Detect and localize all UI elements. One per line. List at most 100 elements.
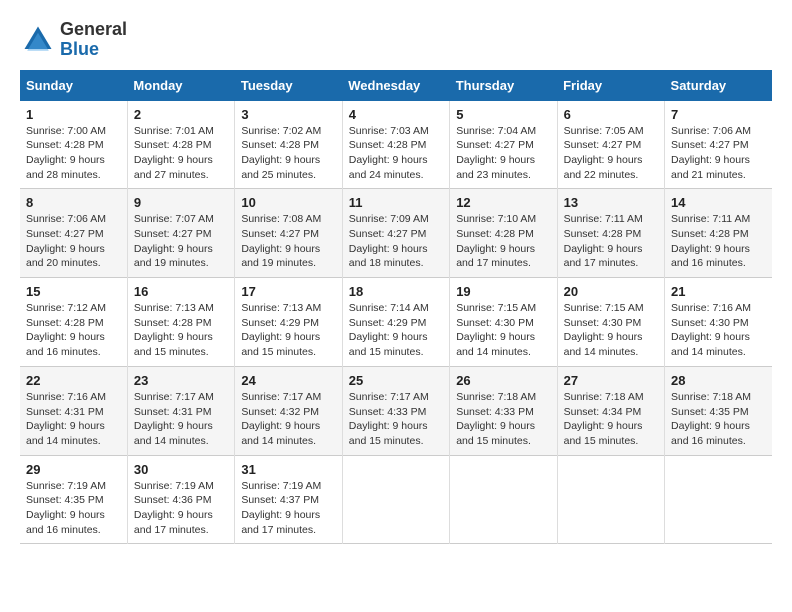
calendar-cell: 21Sunrise: 7:16 AM Sunset: 4:30 PM Dayli…: [665, 278, 772, 367]
day-info: Sunrise: 7:05 AM Sunset: 4:27 PM Dayligh…: [564, 124, 658, 183]
calendar-cell: 3 Sunrise: 7:02 AM Sunset: 4:28 PM Daylig…: [235, 101, 342, 189]
day-info: Sunrise: 7:07 AM Sunset: 4:27 PM Dayligh…: [134, 212, 228, 271]
day-number: 11: [349, 195, 443, 210]
day-info: Sunrise: 7:18 AM Sunset: 4:34 PM Dayligh…: [564, 390, 658, 449]
day-info: Sunrise: 7:14 AM Sunset: 4:29 PM Dayligh…: [349, 301, 443, 360]
calendar-cell: 17Sunrise: 7:13 AM Sunset: 4:29 PM Dayli…: [235, 278, 342, 367]
day-number: 1: [26, 107, 121, 122]
day-info: Sunrise: 7:08 AM Sunset: 4:27 PM Dayligh…: [241, 212, 335, 271]
header-day-friday: Friday: [557, 70, 664, 101]
day-number: 14: [671, 195, 766, 210]
day-info: Sunrise: 7:10 AM Sunset: 4:28 PM Dayligh…: [456, 212, 550, 271]
calendar-cell: [450, 455, 557, 544]
day-number: 8: [26, 195, 121, 210]
day-number: 16: [134, 284, 228, 299]
calendar-cell: 14Sunrise: 7:11 AM Sunset: 4:28 PM Dayli…: [665, 189, 772, 278]
calendar-cell: 22 Sunrise: 7:16 AM Sunset: 4:31 PM Dayli…: [20, 366, 127, 455]
calendar-cell: [557, 455, 664, 544]
calendar-cell: 4Sunrise: 7:03 AM Sunset: 4:28 PM Daylig…: [342, 101, 449, 189]
day-info: Sunrise: 7:00 AM Sunset: 4:28 PM Dayligh…: [26, 124, 121, 183]
day-number: 4: [349, 107, 443, 122]
calendar-cell: [665, 455, 772, 544]
day-info: Sunrise: 7:17 AM Sunset: 4:31 PM Dayligh…: [134, 390, 228, 449]
day-number: 3: [241, 107, 335, 122]
day-number: 13: [564, 195, 658, 210]
day-number: 10: [241, 195, 335, 210]
calendar-header: SundayMondayTuesdayWednesdayThursdayFrid…: [20, 70, 772, 101]
calendar-week-3: 15 Sunrise: 7:12 AM Sunset: 4:28 PM Dayli…: [20, 278, 772, 367]
day-number: 28: [671, 373, 766, 388]
header: General Blue: [20, 20, 772, 60]
header-day-sunday: Sunday: [20, 70, 127, 101]
logo-icon: [20, 22, 56, 58]
day-number: 27: [564, 373, 658, 388]
day-info: Sunrise: 7:19 AM Sunset: 4:37 PM Dayligh…: [241, 479, 335, 538]
header-row: SundayMondayTuesdayWednesdayThursdayFrid…: [20, 70, 772, 101]
day-info: Sunrise: 7:19 AM Sunset: 4:36 PM Dayligh…: [134, 479, 228, 538]
day-number: 6: [564, 107, 658, 122]
calendar-week-2: 8 Sunrise: 7:06 AM Sunset: 4:27 PM Daylig…: [20, 189, 772, 278]
calendar-cell: 9 Sunrise: 7:07 AM Sunset: 4:27 PM Daylig…: [127, 189, 234, 278]
calendar-cell: 10 Sunrise: 7:08 AM Sunset: 4:27 PM Dayli…: [235, 189, 342, 278]
calendar-cell: 30 Sunrise: 7:19 AM Sunset: 4:36 PM Dayli…: [127, 455, 234, 544]
header-day-saturday: Saturday: [665, 70, 772, 101]
day-number: 5: [456, 107, 550, 122]
day-info: Sunrise: 7:13 AM Sunset: 4:28 PM Dayligh…: [134, 301, 228, 360]
calendar-cell: 6 Sunrise: 7:05 AM Sunset: 4:27 PM Daylig…: [557, 101, 664, 189]
day-number: 18: [349, 284, 443, 299]
calendar-cell: 26 Sunrise: 7:18 AM Sunset: 4:33 PM Dayli…: [450, 366, 557, 455]
calendar-cell: 28 Sunrise: 7:18 AM Sunset: 4:35 PM Dayli…: [665, 366, 772, 455]
day-info: Sunrise: 7:18 AM Sunset: 4:33 PM Dayligh…: [456, 390, 550, 449]
calendar-cell: 31 Sunrise: 7:19 AM Sunset: 4:37 PM Dayli…: [235, 455, 342, 544]
calendar-cell: 23 Sunrise: 7:17 AM Sunset: 4:31 PM Dayli…: [127, 366, 234, 455]
day-number: 19: [456, 284, 550, 299]
day-number: 23: [134, 373, 228, 388]
calendar-cell: 16 Sunrise: 7:13 AM Sunset: 4:28 PM Dayli…: [127, 278, 234, 367]
logo-text: General Blue: [60, 20, 127, 60]
calendar-cell: 1 Sunrise: 7:00 AM Sunset: 4:28 PM Daylig…: [20, 101, 127, 189]
calendar-cell: 7 Sunrise: 7:06 AM Sunset: 4:27 PM Daylig…: [665, 101, 772, 189]
calendar-cell: 20 Sunrise: 7:15 AM Sunset: 4:30 PM Dayli…: [557, 278, 664, 367]
day-info: Sunrise: 7:15 AM Sunset: 4:30 PM Dayligh…: [564, 301, 658, 360]
day-info: Sunrise: 7:09 AM Sunset: 4:27 PM Dayligh…: [349, 212, 443, 271]
calendar-cell: 5 Sunrise: 7:04 AM Sunset: 4:27 PM Daylig…: [450, 101, 557, 189]
day-number: 30: [134, 462, 228, 477]
calendar-table: SundayMondayTuesdayWednesdayThursdayFrid…: [20, 70, 772, 545]
calendar-cell: 18 Sunrise: 7:14 AM Sunset: 4:29 PM Dayli…: [342, 278, 449, 367]
day-info: Sunrise: 7:17 AM Sunset: 4:33 PM Dayligh…: [349, 390, 443, 449]
calendar-cell: 13 Sunrise: 7:11 AM Sunset: 4:28 PM Dayli…: [557, 189, 664, 278]
day-info: Sunrise: 7:18 AM Sunset: 4:35 PM Dayligh…: [671, 390, 766, 449]
day-info: Sunrise: 7:19 AM Sunset: 4:35 PM Dayligh…: [26, 479, 121, 538]
day-number: 25: [349, 373, 443, 388]
calendar-cell: 11 Sunrise: 7:09 AM Sunset: 4:27 PM Dayli…: [342, 189, 449, 278]
day-info: Sunrise: 7:16 AM Sunset: 4:30 PM Dayligh…: [671, 301, 766, 360]
calendar-cell: 25 Sunrise: 7:17 AM Sunset: 4:33 PM Dayli…: [342, 366, 449, 455]
day-info: Sunrise: 7:06 AM Sunset: 4:27 PM Dayligh…: [671, 124, 766, 183]
day-info: Sunrise: 7:02 AM Sunset: 4:28 PM Dayligh…: [241, 124, 335, 183]
day-number: 31: [241, 462, 335, 477]
day-info: Sunrise: 7:17 AM Sunset: 4:32 PM Dayligh…: [241, 390, 335, 449]
day-number: 2: [134, 107, 228, 122]
calendar-cell: 27 Sunrise: 7:18 AM Sunset: 4:34 PM Dayli…: [557, 366, 664, 455]
day-number: 9: [134, 195, 228, 210]
calendar-body: 1 Sunrise: 7:00 AM Sunset: 4:28 PM Daylig…: [20, 101, 772, 544]
day-info: Sunrise: 7:12 AM Sunset: 4:28 PM Dayligh…: [26, 301, 121, 360]
day-info: Sunrise: 7:04 AM Sunset: 4:27 PM Dayligh…: [456, 124, 550, 183]
header-day-wednesday: Wednesday: [342, 70, 449, 101]
day-number: 12: [456, 195, 550, 210]
calendar-cell: 19Sunrise: 7:15 AM Sunset: 4:30 PM Dayli…: [450, 278, 557, 367]
header-day-monday: Monday: [127, 70, 234, 101]
calendar-cell: [342, 455, 449, 544]
day-info: Sunrise: 7:13 AM Sunset: 4:29 PM Dayligh…: [241, 301, 335, 360]
day-number: 26: [456, 373, 550, 388]
day-number: 7: [671, 107, 766, 122]
logo: General Blue: [20, 20, 127, 60]
day-info: Sunrise: 7:16 AM Sunset: 4:31 PM Dayligh…: [26, 390, 121, 449]
calendar-cell: 12 Sunrise: 7:10 AM Sunset: 4:28 PM Dayli…: [450, 189, 557, 278]
day-number: 15: [26, 284, 121, 299]
day-number: 22: [26, 373, 121, 388]
day-info: Sunrise: 7:11 AM Sunset: 4:28 PM Dayligh…: [564, 212, 658, 271]
day-info: Sunrise: 7:06 AM Sunset: 4:27 PM Dayligh…: [26, 212, 121, 271]
day-number: 20: [564, 284, 658, 299]
calendar-week-1: 1 Sunrise: 7:00 AM Sunset: 4:28 PM Daylig…: [20, 101, 772, 189]
